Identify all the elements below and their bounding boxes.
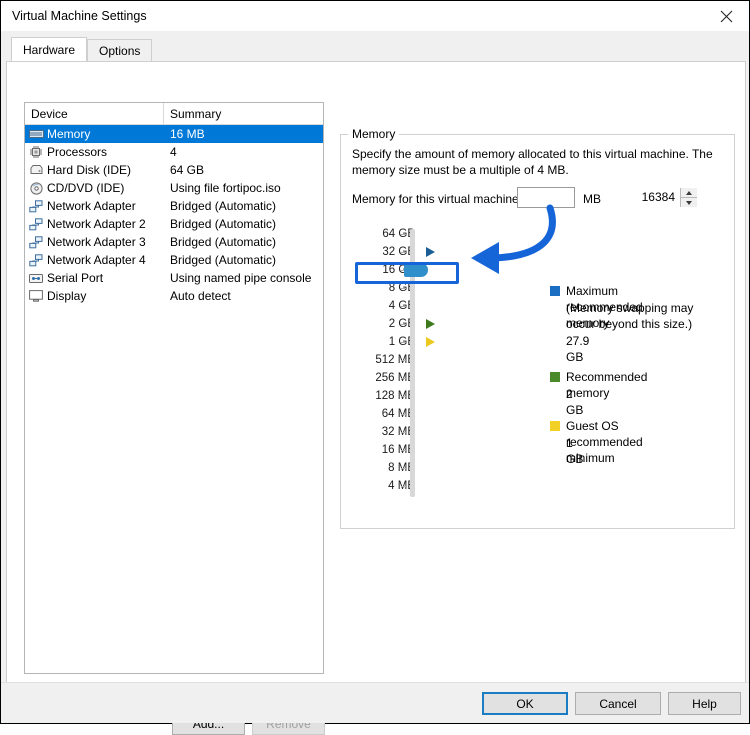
legend-value: 1 GB	[566, 436, 584, 466]
device-name: Serial Port	[47, 271, 104, 285]
memory-unit-label: MB	[583, 192, 601, 206]
help-label: Help	[692, 696, 717, 711]
memory-slider-thumb[interactable]	[404, 263, 428, 277]
device-name: CD/DVD (IDE)	[47, 181, 125, 195]
device-row-processors[interactable]: Processors 4	[25, 143, 323, 161]
column-header-summary[interactable]: Summary	[164, 103, 323, 124]
close-button[interactable]	[703, 1, 749, 31]
memory-field-label: Memory for this virtual machine:	[352, 192, 523, 206]
close-icon	[720, 10, 732, 22]
device-name: Processors	[47, 145, 108, 159]
spin-down-icon	[686, 200, 692, 205]
scale-tick	[401, 477, 409, 495]
device-row-network-adapter-3[interactable]: Network Adapter 3 Bridged (Automatic)	[25, 233, 323, 251]
help-button[interactable]: Help	[668, 692, 741, 715]
legend-value: 2 GB	[566, 387, 584, 417]
tab-hardware[interactable]: Hardware	[11, 37, 88, 61]
device-name: Network Adapter 4	[47, 253, 146, 267]
virtual-machine-settings-dialog: Virtual Machine Settings Hardware Option…	[0, 0, 750, 735]
recommended-marker	[426, 318, 435, 329]
ok-button[interactable]: OK	[482, 692, 568, 715]
device-name: Display	[47, 289, 87, 303]
spinner-down-button[interactable]	[681, 198, 697, 207]
device-row-display[interactable]: Display Auto detect	[25, 287, 323, 305]
scale-tick	[401, 351, 409, 369]
scale-tick	[401, 297, 409, 315]
tab-options-label: Options	[99, 43, 141, 58]
legend-note: (Memory swapping may occur beyond this s…	[566, 301, 694, 331]
legend-swatch	[550, 421, 560, 431]
device-row-network-adapter-4[interactable]: Network Adapter 4 Bridged (Automatic)	[25, 251, 323, 269]
hard-disk-icon	[25, 161, 47, 179]
device-rows: Memory 16 MB Processors 4 Hard Disk (IDE) 64 …	[25, 125, 323, 305]
legend-value: 27.9 GB	[566, 334, 590, 364]
network-adapter-icon	[25, 251, 47, 269]
scale-tick	[401, 279, 409, 297]
memory-description: Specify the amount of memory allocated t…	[352, 147, 713, 177]
network-adapter-icon	[25, 197, 47, 215]
scale-tick	[401, 369, 409, 387]
scale-tick	[401, 225, 409, 243]
scale-tick	[401, 405, 409, 423]
cancel-label: Cancel	[599, 696, 637, 711]
spinner-up-button[interactable]	[681, 188, 697, 198]
device-name: Network Adapter 2	[47, 217, 146, 231]
title-bar: Virtual Machine Settings	[1, 1, 749, 31]
device-summary: Bridged (Automatic)	[170, 217, 277, 231]
cd-dvd-icon	[25, 179, 47, 197]
device-row-network-adapter[interactable]: Network Adapter Bridged (Automatic)	[25, 197, 323, 215]
device-summary: Using named pipe console	[170, 271, 312, 285]
dialog-body: Hardware Options Device Summary Memory 16…	[1, 31, 749, 735]
memory-spinner[interactable]	[517, 187, 697, 208]
device-row-network-adapter-2[interactable]: Network Adapter 2 Bridged (Automatic)	[25, 215, 323, 233]
device-summary: Bridged (Automatic)	[170, 235, 277, 249]
network-adapter-icon	[25, 233, 47, 251]
device-row-cd-dvd-ide[interactable]: CD/DVD (IDE) Using file fortipoc.iso	[25, 179, 323, 197]
scale-tick	[401, 459, 409, 477]
maximum-recommended-marker	[426, 246, 435, 257]
dialog-footer: OK Cancel Help	[1, 682, 749, 723]
device-summary: 4	[170, 145, 177, 159]
ok-label: OK	[516, 696, 534, 711]
device-name: Network Adapter	[47, 199, 136, 213]
memory-group-title: Memory	[348, 127, 400, 141]
hardware-tab-page: Device Summary Memory 16 MB Processors 4 Har…	[6, 61, 746, 735]
device-summary: Bridged (Automatic)	[170, 199, 277, 213]
scale-tick	[401, 387, 409, 405]
device-name: Memory	[47, 127, 91, 141]
tab-options[interactable]: Options	[87, 39, 153, 61]
scale-tick	[401, 333, 409, 351]
device-summary: 64 GB	[170, 163, 205, 177]
scale-tick	[401, 423, 409, 441]
guest-os-minimum-marker	[426, 336, 435, 347]
tab-hardware-label: Hardware	[23, 42, 76, 57]
legend-swatch	[550, 286, 560, 296]
device-summary: Auto detect	[170, 289, 231, 303]
scale-tick	[401, 441, 409, 459]
cancel-button[interactable]: Cancel	[575, 692, 661, 715]
device-name: Hard Disk (IDE)	[47, 163, 132, 177]
legend-swatch	[550, 372, 560, 382]
network-adapter-icon	[25, 215, 47, 233]
spinner-buttons	[680, 188, 697, 207]
device-summary: Bridged (Automatic)	[170, 253, 277, 267]
spin-up-icon	[686, 190, 692, 195]
tab-strip: Hardware Options	[11, 37, 153, 61]
device-summary: Using file fortipoc.iso	[170, 181, 281, 195]
device-row-memory[interactable]: Memory 16 MB	[25, 125, 323, 143]
device-row-serial-port[interactable]: Serial Port Using named pipe console	[25, 269, 323, 287]
scale-tick	[401, 315, 409, 333]
device-name: Network Adapter 3	[47, 235, 146, 249]
serial-port-icon	[25, 269, 47, 287]
memory-icon	[25, 125, 47, 143]
device-summary: 16 MB	[170, 127, 205, 141]
display-icon	[25, 287, 47, 305]
device-list-header: Device Summary	[25, 103, 323, 125]
processor-icon	[25, 143, 47, 161]
window-title: Virtual Machine Settings	[12, 9, 147, 23]
column-header-device[interactable]: Device	[25, 103, 164, 124]
device-row-hard-disk-ide[interactable]: Hard Disk (IDE) 64 GB	[25, 161, 323, 179]
device-list[interactable]: Device Summary Memory 16 MB Processors 4 Har…	[24, 102, 324, 674]
scale-tick	[401, 243, 409, 261]
